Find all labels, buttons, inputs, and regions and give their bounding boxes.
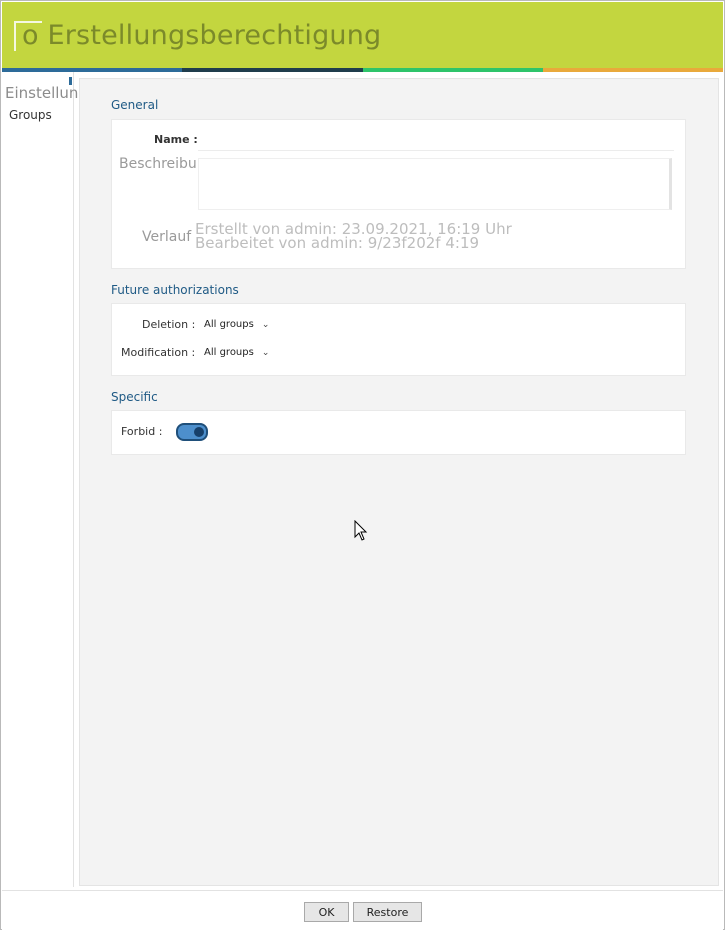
modification-label: Modification : [121,346,196,359]
dialog-window: o Erstellungsberechtigung Einstellungen … [0,0,725,930]
name-label: Name : [154,133,198,146]
edited-info: Bearbeitet von admin: 9/23f202f 4:19 [195,234,480,252]
forbid-label: Forbid : [121,425,163,438]
window-title: o Erstellungsberechtigung [22,20,382,51]
main-content: General Name : Beschreibung: Verlauf Ers… [79,78,719,886]
accent-stripe-dark [182,68,363,72]
toggle-knob [194,427,204,437]
description-field[interactable] [198,158,672,210]
dialog-footer: OK Restore [2,890,723,930]
mouse-pointer-icon [354,520,368,541]
modification-select[interactable]: All groups ⌄ [204,347,269,358]
specific-panel: Forbid : [111,410,686,455]
name-input[interactable] [198,132,674,151]
accent-stripes [2,68,723,72]
restore-button[interactable]: Restore [353,902,422,922]
ok-button[interactable]: OK [304,902,349,922]
section-title-future-authorizations: Future authorizations [111,283,239,297]
general-panel: Name : Beschreibung: Verlauf Erstellt vo… [111,119,686,269]
section-title-general: General [111,98,159,112]
modification-select-value: All groups [204,347,254,358]
accent-stripe-orange [542,68,723,72]
accent-stripe-green [362,68,543,72]
history-label: Verlauf [142,229,192,245]
chevron-down-icon: ⌄ [261,348,270,358]
deletion-select-value: All groups [204,319,254,330]
forbid-toggle[interactable] [176,423,208,441]
deletion-select[interactable]: All groups ⌄ [204,319,269,330]
sidebar: Einstellungen Groups [2,72,107,887]
title-bar: o Erstellungsberechtigung [2,2,723,68]
deletion-label: Deletion : [142,318,196,331]
chevron-down-icon: ⌄ [261,320,270,330]
future-authorizations-panel: Deletion : All groups ⌄ Modification : Al… [111,303,686,376]
section-title-specific: Specific [111,390,158,404]
sidebar-item-groups[interactable]: Groups [9,108,52,122]
